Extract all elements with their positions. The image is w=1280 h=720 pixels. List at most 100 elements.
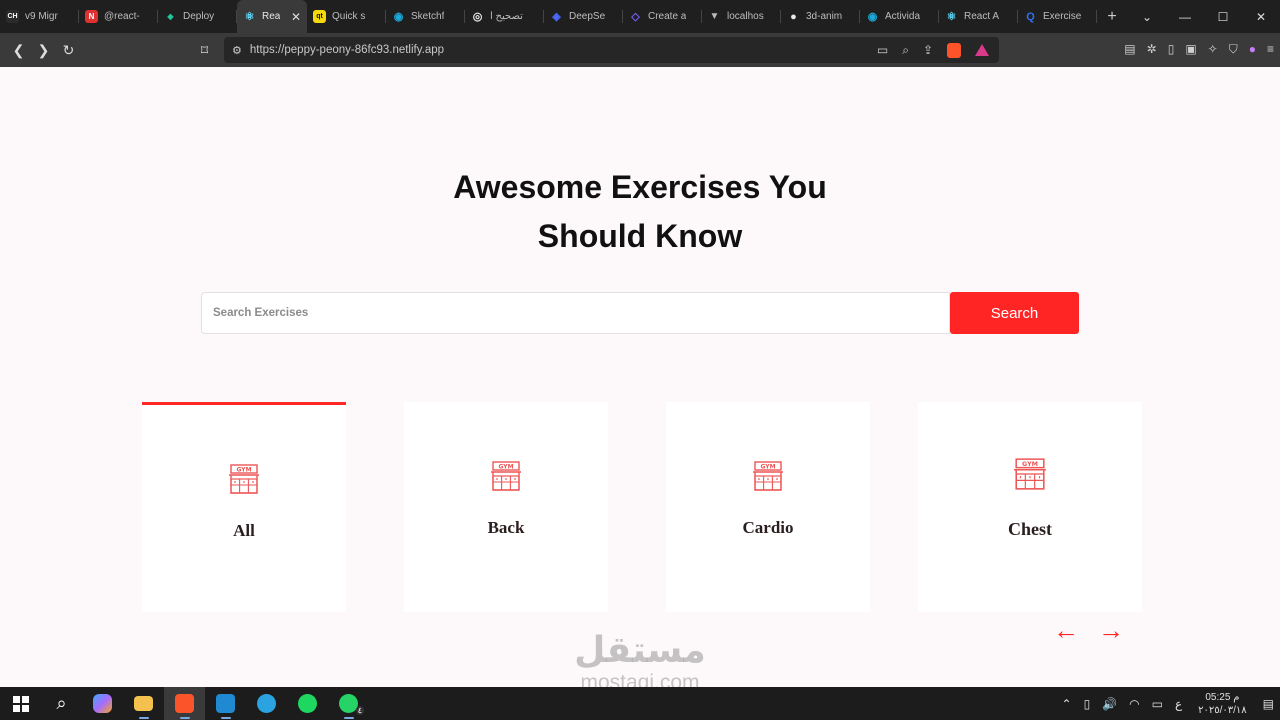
tab-3-active[interactable]: ⚛ Rea ✕ bbox=[237, 0, 307, 33]
search-input[interactable] bbox=[201, 292, 950, 334]
tab-label: React A bbox=[964, 11, 1000, 22]
tab-label: Deploy bbox=[183, 11, 215, 22]
vscode-icon bbox=[216, 694, 235, 713]
spotify-icon bbox=[298, 694, 317, 713]
search-taskbar-button[interactable]: ⌕ bbox=[41, 687, 82, 720]
notification-icon[interactable]: ▤ bbox=[1263, 697, 1274, 711]
tab-4[interactable]: qt Quick s bbox=[307, 0, 386, 33]
tab-label: @react- bbox=[104, 11, 140, 22]
wifi-icon[interactable]: ◠ bbox=[1129, 697, 1139, 711]
whatsapp-button[interactable]: ٤ bbox=[328, 687, 369, 720]
clock-time: 05:25 م bbox=[1205, 691, 1240, 703]
back-icon[interactable]: ❮ bbox=[6, 42, 31, 59]
tab-8[interactable]: ◇ Create a bbox=[623, 0, 702, 33]
brave-rewards-icon[interactable] bbox=[975, 44, 989, 56]
clock[interactable]: 05:25 م ٢٠٢٥/٠٣/١٨ bbox=[1198, 691, 1247, 717]
brave-shields-icon[interactable] bbox=[947, 42, 961, 58]
reload-icon[interactable]: ↻ bbox=[56, 42, 81, 59]
gym-icon: GYM bbox=[1014, 458, 1046, 490]
tab-favicon-icon: Q bbox=[1026, 10, 1035, 23]
tab-9[interactable]: ▼ localhos bbox=[702, 0, 781, 33]
gym-icon: GYM bbox=[229, 464, 259, 494]
ai-icon[interactable]: ✧ bbox=[1208, 42, 1218, 57]
tab-favicon-icon: CH bbox=[6, 10, 19, 23]
category-name: Chest bbox=[1008, 519, 1052, 539]
wallet-icon[interactable]: ▣ bbox=[1185, 42, 1196, 57]
close-window-icon[interactable]: ✕ bbox=[1242, 10, 1280, 24]
vpn-icon[interactable]: ⛉ bbox=[1229, 42, 1238, 57]
share-icon[interactable]: ⇪ bbox=[923, 43, 933, 57]
category-card-cardio[interactable]: GYM Cardio bbox=[666, 402, 870, 612]
copilot-button[interactable] bbox=[82, 687, 123, 720]
tab-2[interactable]: ◆ Deploy bbox=[158, 0, 237, 33]
whatsapp-badge: ٤ bbox=[355, 706, 364, 715]
tab-11[interactable]: ◉ Activida bbox=[860, 0, 939, 33]
extensions-icon[interactable]: ✲ bbox=[1147, 42, 1157, 57]
tab-label: Quick s bbox=[332, 11, 366, 22]
category-card-chest[interactable]: GYM Chest bbox=[918, 402, 1142, 612]
tab-strip: CH v9 Migr N @react- ◆ Deploy ⚛ Rea ✕ qt Quick… bbox=[0, 0, 1280, 33]
tab-12[interactable]: ⚛ React A bbox=[939, 0, 1018, 33]
tab-label: 3d-anim bbox=[806, 11, 843, 22]
menu-icon[interactable]: ≡ bbox=[1267, 42, 1274, 57]
tab-favicon-icon: N bbox=[85, 10, 98, 23]
address-bar[interactable]: ⚙ https://peppy-peony-86fc93.netlify.app… bbox=[224, 37, 999, 63]
tab-1[interactable]: N @react- bbox=[79, 0, 158, 33]
tab-favicon-icon: ◈ bbox=[552, 11, 561, 23]
category-card-back[interactable]: GYM Back bbox=[404, 402, 608, 612]
usb-icon[interactable]: ▯ bbox=[1084, 697, 1091, 711]
telegram-button[interactable] bbox=[246, 687, 287, 720]
tab-favicon-icon: ◆ bbox=[167, 12, 174, 21]
copilot-icon bbox=[93, 694, 112, 713]
volume-icon[interactable]: 🔊 bbox=[1102, 697, 1117, 711]
hero-title: Awesome Exercises You Should Know bbox=[340, 163, 940, 261]
maximize-icon[interactable]: ☐ bbox=[1204, 10, 1242, 24]
tab-5[interactable]: ◉ Sketchf bbox=[386, 0, 465, 33]
new-tab-button[interactable]: + bbox=[1097, 8, 1127, 26]
svg-text:GYM: GYM bbox=[1022, 460, 1038, 468]
profile-icon[interactable]: ● bbox=[1249, 42, 1256, 57]
search-bar: Search bbox=[201, 292, 1079, 334]
category-name: Back bbox=[487, 518, 525, 537]
tab-13[interactable]: Q Exercise bbox=[1018, 0, 1097, 33]
chevron-up-icon[interactable]: ⌃ bbox=[1062, 697, 1072, 711]
language-indicator[interactable]: ع bbox=[1175, 697, 1182, 711]
brave-taskbar-button[interactable] bbox=[164, 687, 205, 720]
tab-favicon-icon: qt bbox=[313, 10, 326, 23]
tab-0[interactable]: CH v9 Migr bbox=[0, 0, 79, 33]
tab-6[interactable]: ◎ تصحيح أ bbox=[465, 0, 544, 33]
battery-icon[interactable]: ▭ bbox=[1152, 697, 1163, 711]
bookmark-icon[interactable]: ⌑ bbox=[192, 42, 217, 59]
svg-text:GYM: GYM bbox=[760, 464, 775, 471]
tab-favicon-icon: ◎ bbox=[472, 11, 483, 23]
next-arrow-icon[interactable]: → bbox=[1098, 617, 1124, 643]
close-tab-icon[interactable]: ✕ bbox=[291, 10, 301, 24]
start-button[interactable] bbox=[0, 687, 41, 720]
spotify-button[interactable] bbox=[287, 687, 328, 720]
leo-icon[interactable]: ▤ bbox=[1124, 42, 1135, 57]
tab-label: localhos bbox=[727, 11, 764, 22]
hero-title-line2: Should Know bbox=[537, 218, 743, 254]
url-text[interactable]: https://peppy-peony-86fc93.netlify.app bbox=[250, 44, 444, 56]
file-explorer-button[interactable] bbox=[123, 687, 164, 720]
cast-icon[interactable]: ▭ bbox=[877, 43, 888, 57]
taskbar: ⌕ ٤ ⌃ ▯ 🔊 ◠ ▭ ع 05:25 م ٢٠٢٥/٠٣/١٨ ▤ bbox=[0, 687, 1280, 720]
tab-label: Rea bbox=[262, 11, 281, 22]
page-content: Awesome Exercises You Should Know Search… bbox=[0, 67, 1280, 693]
tab-label: DeepSe bbox=[569, 11, 606, 22]
category-card-all[interactable]: GYM All bbox=[142, 402, 346, 612]
tab-label: Exercise bbox=[1043, 11, 1082, 22]
site-settings-icon[interactable]: ⚙ bbox=[232, 44, 242, 57]
react-icon: ⚛ bbox=[946, 11, 957, 23]
forward-icon[interactable]: ❯ bbox=[31, 42, 56, 59]
tab-favicon-icon: ◉ bbox=[393, 11, 404, 23]
tab-7[interactable]: ◈ DeepSe bbox=[544, 0, 623, 33]
tab-10[interactable]: ● 3d-anim bbox=[781, 0, 860, 33]
sidebar-icon[interactable]: ▯ bbox=[1168, 42, 1175, 57]
tab-search-icon[interactable]: ⌄ bbox=[1128, 10, 1166, 24]
search-button[interactable]: Search bbox=[950, 292, 1079, 334]
minimize-icon[interactable]: — bbox=[1166, 10, 1204, 24]
prev-arrow-icon[interactable]: ← bbox=[1053, 617, 1079, 643]
zoom-icon[interactable]: ⌕ bbox=[902, 43, 909, 58]
vscode-button[interactable] bbox=[205, 687, 246, 720]
